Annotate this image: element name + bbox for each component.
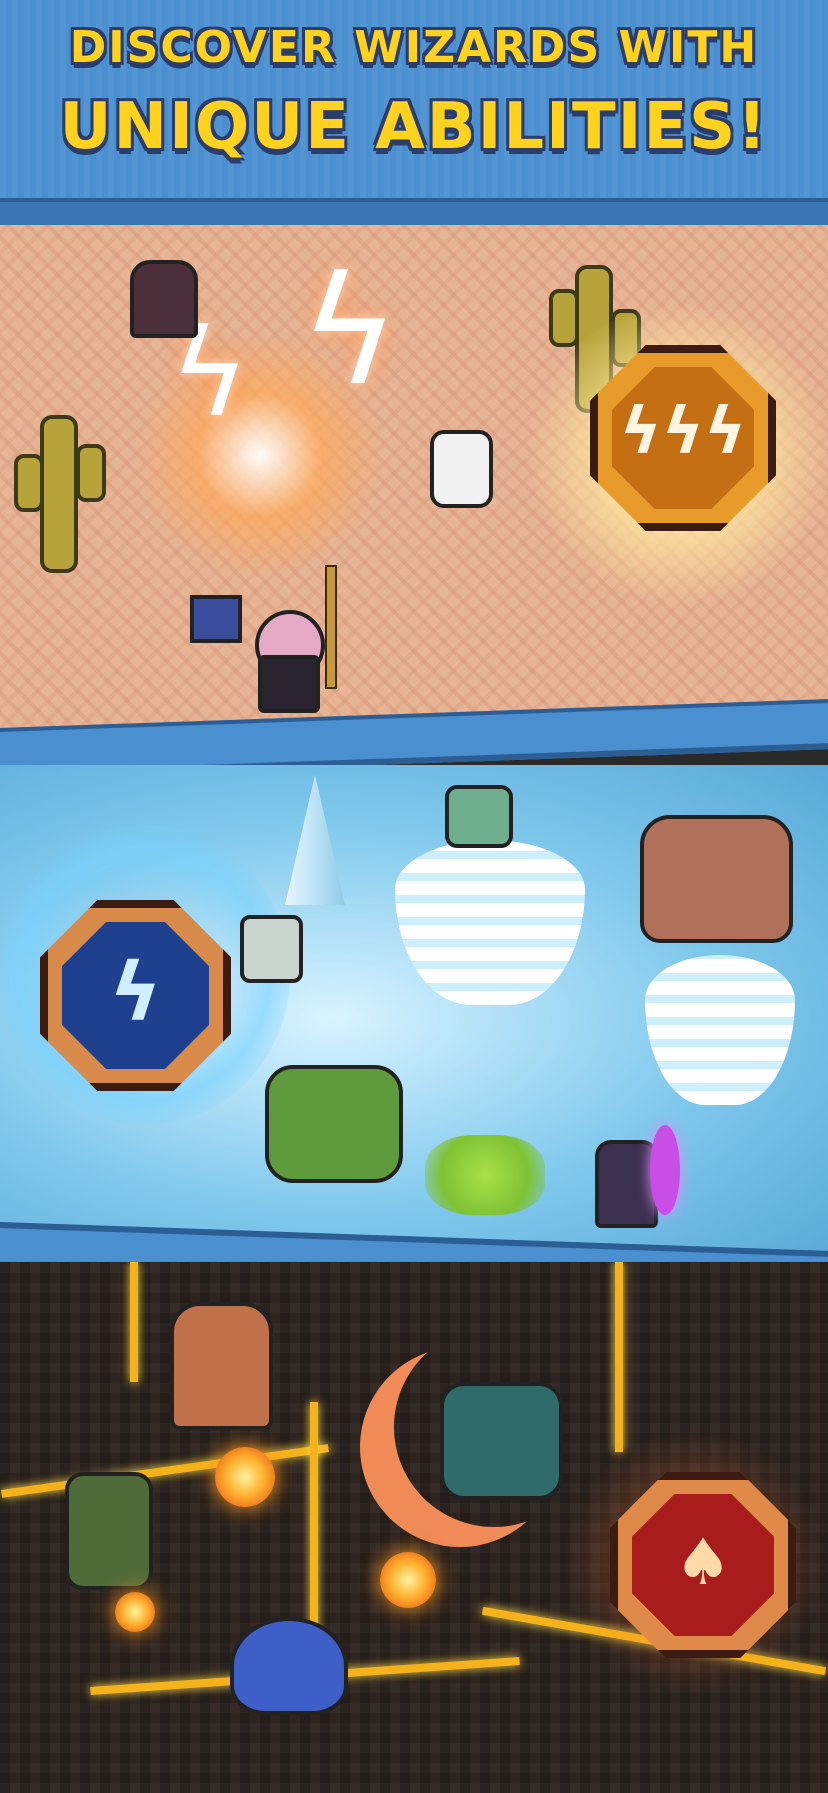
ice-spike-sprite	[285, 775, 345, 905]
flame-icon: ♠	[674, 1526, 732, 1600]
fire-ability-medal: ♠	[610, 1472, 796, 1658]
skeleton-mage-sprite	[240, 915, 303, 983]
lightning-bolts-icon: ϟϟϟ	[619, 395, 747, 469]
dragon-enemy-sprite	[440, 1382, 563, 1500]
monk-hero-sprite	[170, 1302, 273, 1430]
green-troll-enemy-sprite	[265, 1065, 403, 1183]
fireball-effect	[115, 1592, 155, 1632]
lava-scene: ♠	[0, 1262, 828, 1793]
ice-ability-medal: ϟ	[40, 900, 231, 1091]
skeleton-enemy-sprite	[430, 430, 493, 508]
wizard-player-sprite	[595, 1140, 658, 1228]
goblin-enemy-sprite	[65, 1472, 153, 1590]
lava-crack	[1, 1444, 329, 1498]
goblin-enemy-sprite	[445, 785, 513, 848]
title-line-2: UNIQUE ABILITIES!	[59, 90, 769, 164]
lava-crack	[615, 1262, 623, 1452]
spellbook-icon	[190, 595, 242, 643]
lava-crack	[130, 1262, 138, 1382]
ice-bolt-icon: ϟ	[109, 946, 162, 1039]
lightning-ability-medal: ϟϟϟ	[590, 345, 776, 531]
header-banner: DISCOVER WIZARDS WITH UNIQUE ABILITIES!	[0, 0, 828, 225]
cactus-sprite	[14, 415, 106, 573]
wizard-robe-sprite	[258, 655, 320, 713]
magic-staff-icon	[325, 565, 337, 689]
title-line-1: DISCOVER WIZARDS WITH	[69, 22, 759, 73]
wizard-player-sprite	[230, 1617, 348, 1715]
reaper-enemy-sprite	[130, 260, 198, 338]
green-slime-splat	[425, 1135, 545, 1215]
ice-scene: ϟ	[0, 765, 828, 1270]
frost-tornado-effect	[395, 840, 585, 1005]
fireball-effect	[380, 1552, 436, 1608]
lightning-bolt-icon: ϟ	[300, 245, 399, 419]
desert-scene: ϟ ϟ ϟϟϟ	[0, 225, 828, 735]
purple-slash-effect	[650, 1125, 680, 1215]
ogre-enemy-sprite	[640, 815, 793, 943]
fireball-effect	[215, 1447, 275, 1507]
frost-tornado-effect	[645, 955, 795, 1105]
